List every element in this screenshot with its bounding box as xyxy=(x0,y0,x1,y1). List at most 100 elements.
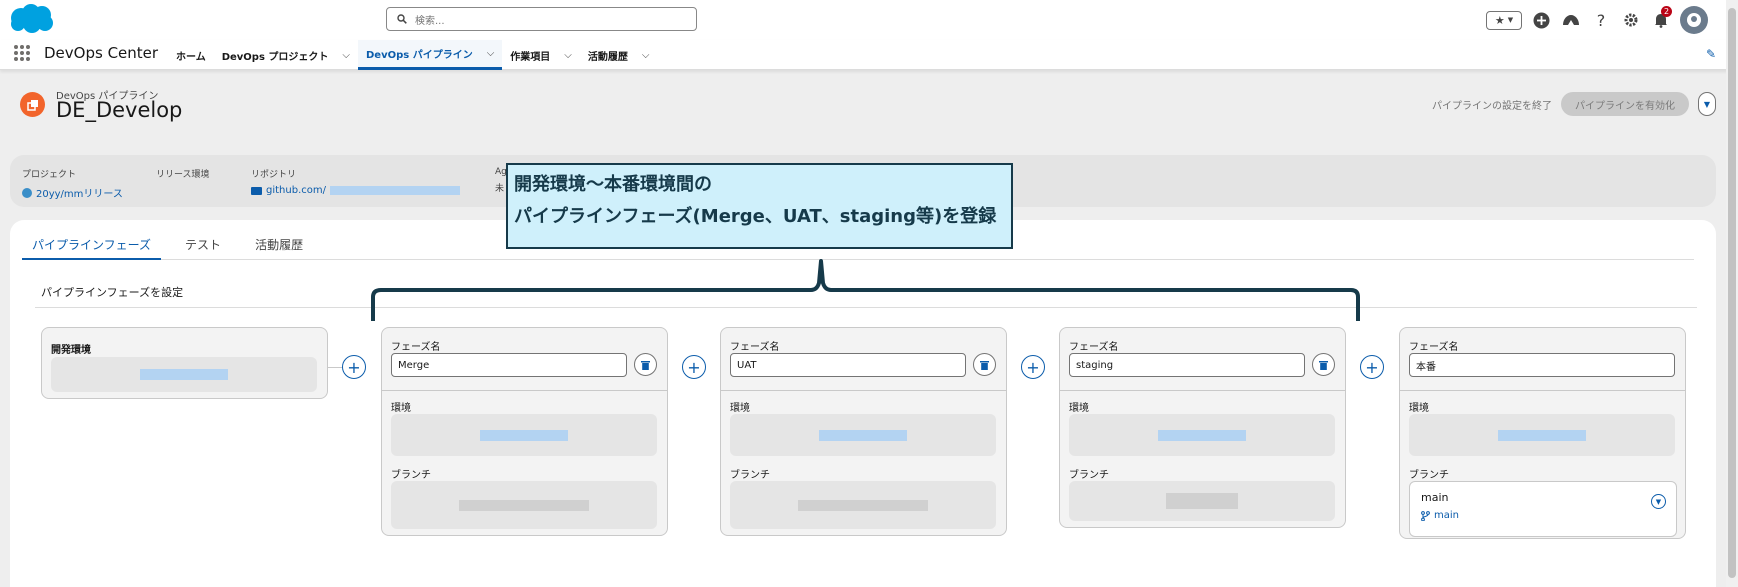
environment-box[interactable] xyxy=(391,414,657,456)
nav-items: ホーム DevOps プロジェクト ⌵ DevOps パイプライン ⌵ 作業項目… xyxy=(168,40,657,70)
project-field: プロジェクト 20yy/mmリリース xyxy=(22,167,123,200)
tab-tests[interactable]: テスト xyxy=(175,234,231,260)
chevron-down-icon[interactable]: ▼ xyxy=(1508,16,1513,24)
salesforce-logo[interactable] xyxy=(8,3,56,35)
add-stage-button[interactable]: + xyxy=(1360,355,1384,379)
app-launcher-icon[interactable] xyxy=(14,45,30,61)
stage-name-label: フェーズ名 xyxy=(730,342,780,353)
plus-icon: + xyxy=(1365,357,1379,377)
end-pipeline-setup-button[interactable]: パイプラインの設定を終了 xyxy=(1432,97,1552,112)
section-title: パイプラインフェーズを設定 xyxy=(41,286,184,299)
stage-card-merge: フェーズ名 Merge 環境 ブランチ xyxy=(381,327,668,536)
user-icon xyxy=(1687,13,1701,27)
tab-activity-history[interactable]: 活動履歴 xyxy=(245,234,313,260)
annotation-callout: 開発環境〜本番環境間の パイプラインフェーズ(Merge、UAT、staging… xyxy=(506,163,1013,249)
plus-icon: + xyxy=(687,357,701,377)
star-icon: ★ xyxy=(1494,13,1505,27)
branch-box[interactable] xyxy=(730,481,996,529)
nav-item-label: 活動履歴 xyxy=(587,51,628,63)
branch-box[interactable] xyxy=(391,481,657,529)
help-button[interactable]: ? xyxy=(1590,9,1612,31)
add-stage-button[interactable]: + xyxy=(1021,355,1045,379)
redacted-text xyxy=(459,499,589,511)
user-avatar[interactable] xyxy=(1680,6,1708,34)
branch-label: ブランチ xyxy=(1409,470,1449,481)
global-create-button[interactable] xyxy=(1530,9,1552,31)
chevron-down-icon: ▼ xyxy=(1655,497,1662,506)
nav-item-label: DevOps プロジェクト xyxy=(221,51,329,63)
nav-item-devops-projects[interactable]: DevOps プロジェクト ⌵ xyxy=(214,40,358,70)
app-navigation: DevOps Center ホーム DevOps プロジェクト ⌵ DevOps… xyxy=(0,40,1738,70)
search-icon xyxy=(397,14,407,24)
favorites-button[interactable]: ★ ▼ xyxy=(1486,10,1522,30)
redacted-text xyxy=(140,369,228,380)
nav-item-activity-history[interactable]: 活動履歴 ⌵ xyxy=(580,40,658,70)
trailhead-button[interactable] xyxy=(1560,9,1582,31)
edit-nav-icon[interactable]: ✎ xyxy=(1706,47,1716,61)
notifications-button[interactable]: 2 xyxy=(1650,6,1672,31)
redacted-text xyxy=(329,186,460,195)
environment-box[interactable] xyxy=(1409,414,1675,456)
stage-name-input[interactable]: UAT xyxy=(730,353,966,377)
environment-box[interactable] xyxy=(1069,414,1335,456)
add-stage-button[interactable]: + xyxy=(682,355,706,379)
stage-name-input[interactable]: Merge xyxy=(391,353,627,377)
delete-stage-button[interactable] xyxy=(634,353,657,376)
branch-selector[interactable]: main main ▼ xyxy=(1409,481,1677,537)
add-stage-button[interactable]: + xyxy=(342,355,366,379)
chevron-down-icon[interactable]: ⌵ xyxy=(487,48,495,59)
branch-box[interactable] xyxy=(1069,481,1335,521)
repository-value: github.com/ xyxy=(266,185,326,196)
branch-link[interactable]: main xyxy=(1421,510,1459,521)
stage-card-production: フェーズ名 本番 環境 ブランチ main main ▼ xyxy=(1399,327,1686,539)
stage-name-label: フェーズ名 xyxy=(1409,342,1459,353)
stage-divider xyxy=(1060,390,1345,391)
branch-dropdown-button[interactable]: ▼ xyxy=(1651,494,1666,509)
branch-link-text: main xyxy=(1434,510,1459,521)
trash-icon xyxy=(1319,360,1328,370)
activate-pipeline-button[interactable]: パイプラインを有効化 xyxy=(1561,92,1689,116)
tab-pipeline-stages[interactable]: パイプラインフェーズ xyxy=(22,234,162,260)
chevron-down-icon[interactable]: ⌵ xyxy=(564,50,572,61)
stage-divider xyxy=(721,390,1006,391)
folder-icon xyxy=(251,186,262,195)
release-env-field: リリース環境 xyxy=(156,167,210,180)
plus-icon: + xyxy=(347,357,361,377)
setup-button[interactable] xyxy=(1620,9,1642,31)
dev-environment-title: 開発環境 xyxy=(51,345,91,356)
trash-icon xyxy=(980,360,989,370)
environment-box[interactable] xyxy=(730,414,996,456)
repository-label: リポジトリ xyxy=(251,170,297,180)
nav-item-label: 作業項目 xyxy=(510,51,551,63)
help-icon: ? xyxy=(1596,10,1606,30)
delete-stage-button[interactable] xyxy=(973,353,996,376)
annotation-line-2: パイプラインフェーズ(Merge、UAT、staging等)を登録 xyxy=(514,206,997,227)
stage-name-input[interactable]: 本番 xyxy=(1409,353,1675,377)
project-link[interactable]: 20yy/mmリリース xyxy=(22,185,123,200)
global-search-input[interactable]: 検索... xyxy=(386,7,697,31)
page-scrollbar[interactable] xyxy=(1726,0,1738,587)
environment-label: 環境 xyxy=(1069,403,1089,414)
stage-name-label: フェーズ名 xyxy=(391,342,441,353)
nav-item-home[interactable]: ホーム xyxy=(168,40,214,70)
more-actions-button[interactable]: ▼ xyxy=(1698,92,1716,116)
trash-icon xyxy=(641,360,650,370)
scrollbar-thumb[interactable] xyxy=(1728,8,1736,578)
record-header: DevOps パイプライン DE_Develop パイプラインの設定を終了 パイ… xyxy=(10,82,1716,134)
chevron-down-icon[interactable]: ⌵ xyxy=(642,50,650,61)
redacted-text xyxy=(480,429,568,441)
release-env-label: リリース環境 xyxy=(156,170,210,180)
nav-item-devops-pipelines[interactable]: DevOps パイプライン ⌵ xyxy=(358,40,503,70)
project-icon xyxy=(22,187,32,198)
stage-name-input[interactable]: staging xyxy=(1069,353,1305,377)
nav-item-label: DevOps パイプライン xyxy=(366,50,473,61)
add-circle-icon xyxy=(1533,12,1549,28)
pipeline-icon xyxy=(20,92,45,117)
chevron-down-icon[interactable]: ⌵ xyxy=(342,50,350,61)
search-placeholder: 検索... xyxy=(415,15,445,27)
delete-stage-button[interactable] xyxy=(1312,353,1335,376)
stage-card-staging: フェーズ名 staging 環境 ブランチ xyxy=(1059,327,1346,528)
repository-field: リポジトリ github.com/ xyxy=(251,167,460,196)
repository-link[interactable]: github.com/ xyxy=(251,185,460,196)
nav-item-work-items[interactable]: 作業項目 ⌵ xyxy=(502,40,580,70)
